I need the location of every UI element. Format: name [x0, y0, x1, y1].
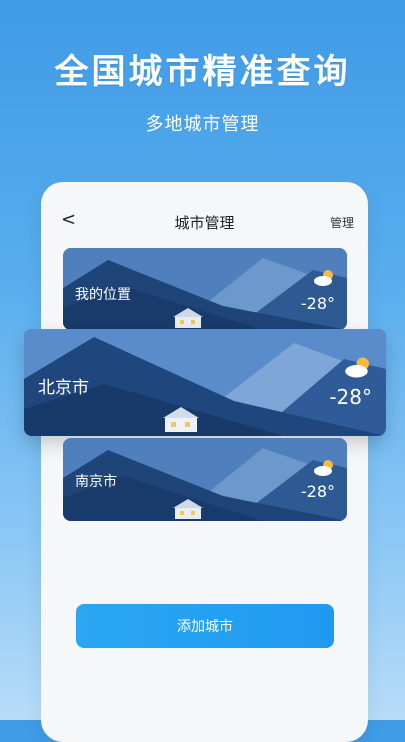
navigation-bar: < 城市管理 管理: [41, 208, 368, 238]
city-name: 南京市: [75, 474, 117, 490]
add-city-button[interactable]: 添加城市: [76, 604, 334, 648]
temperature: -28°: [300, 482, 335, 501]
subheadline: 多地城市管理: [145, 114, 260, 135]
manage-button[interactable]: 管理: [330, 214, 354, 231]
temperature: -28°: [300, 294, 335, 313]
city-name: 北京市: [38, 378, 89, 398]
partly-cloudy-icon: [314, 460, 333, 476]
city-card-my-location[interactable]: 我的位置 -28°: [63, 248, 347, 330]
city-card-nanjing[interactable]: 南京市 -28°: [63, 438, 347, 521]
partly-cloudy-icon: [345, 357, 369, 378]
headline: 全国城市精准查询: [54, 52, 351, 92]
partly-cloudy-icon: [314, 270, 333, 286]
city-card-beijing[interactable]: 北京市 -28°: [24, 329, 386, 436]
temperature: -28°: [329, 385, 372, 409]
page-title: 城市管理: [174, 214, 235, 232]
city-name: 我的位置: [75, 287, 131, 303]
